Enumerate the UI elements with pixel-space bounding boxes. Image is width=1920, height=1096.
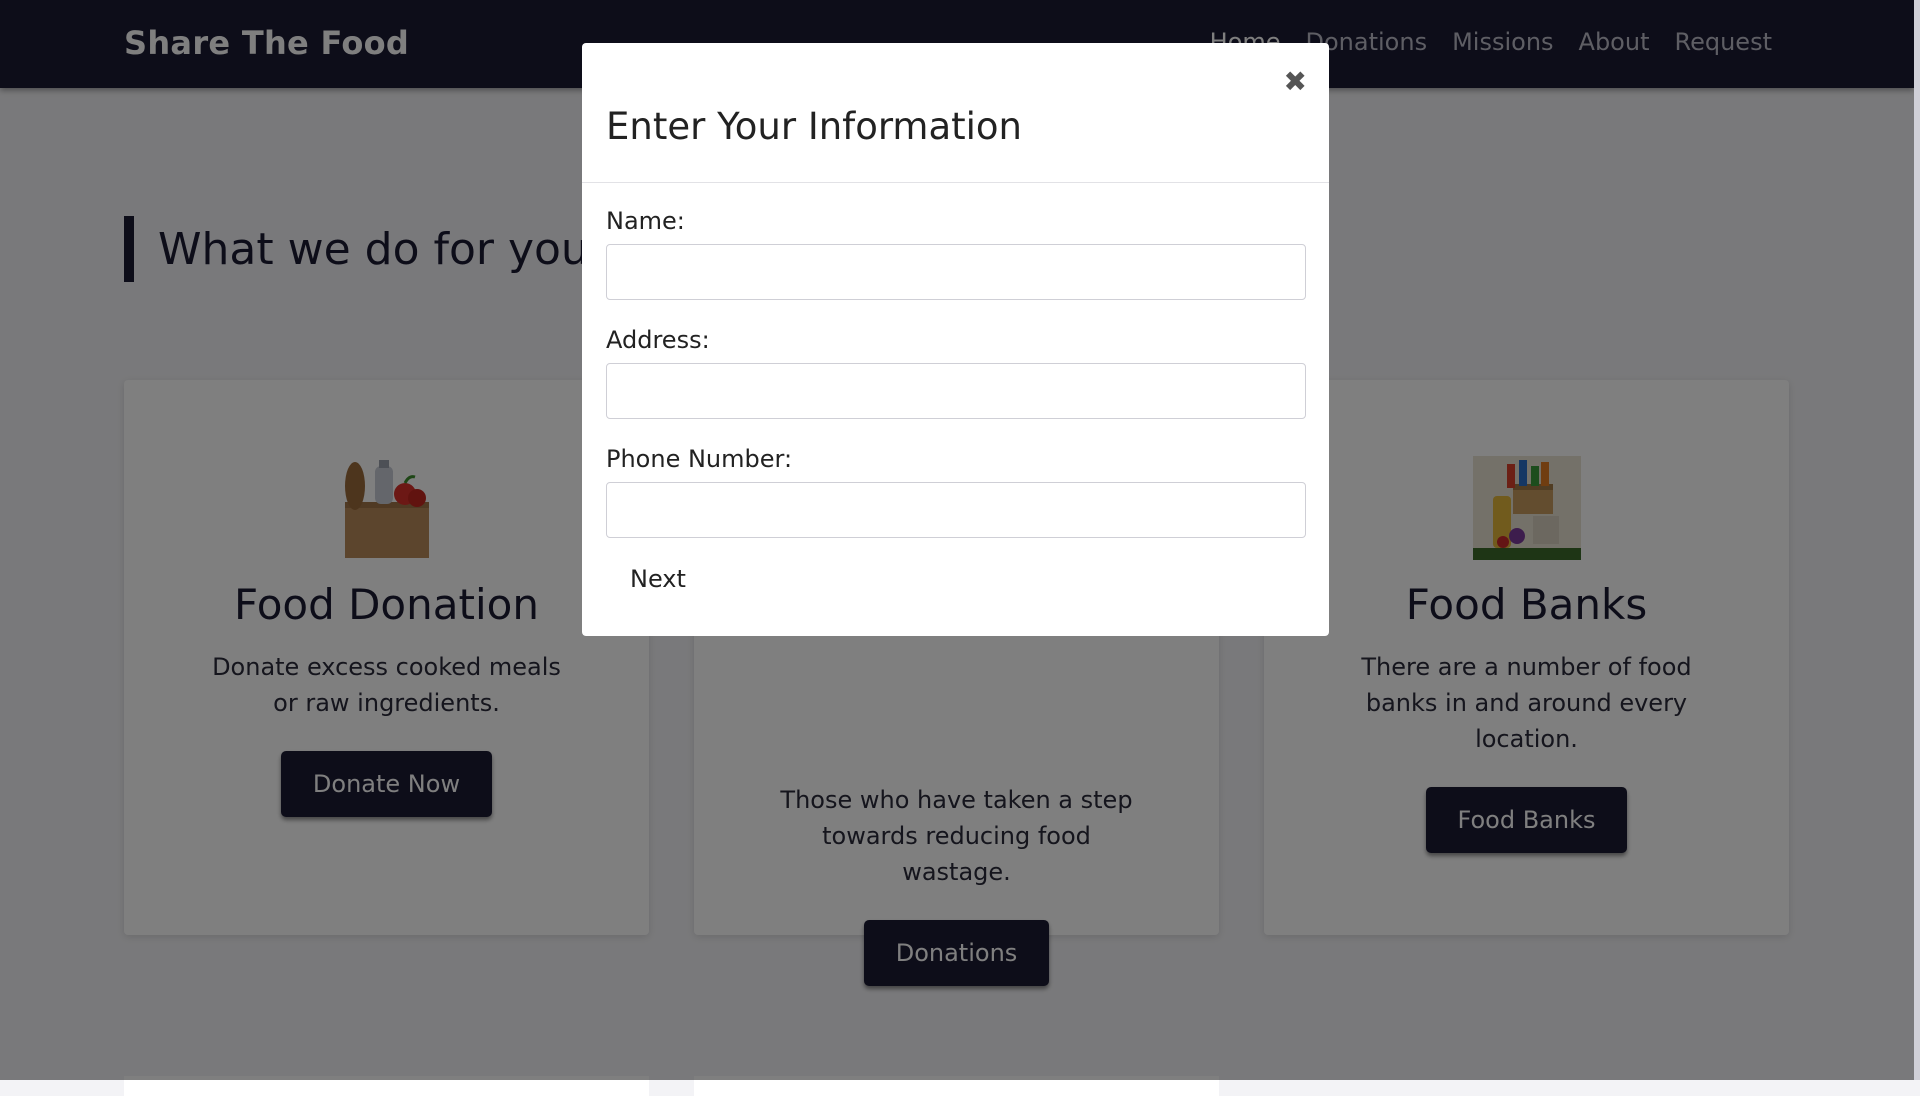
modal-title: Enter Your Information xyxy=(606,105,1022,148)
page-scrollbar[interactable] xyxy=(1914,0,1920,1080)
close-icon[interactable]: ✖ xyxy=(1284,65,1307,98)
phone-label: Phone Number: xyxy=(606,445,793,473)
name-input[interactable] xyxy=(606,244,1306,300)
modal-header: Enter Your Information ✖ xyxy=(582,43,1329,183)
next-button[interactable]: Next xyxy=(624,564,692,594)
address-input[interactable] xyxy=(606,363,1306,419)
modal-body: Name: Address: Phone Number: Next xyxy=(582,183,1329,594)
address-label: Address: xyxy=(606,326,710,354)
phone-input[interactable] xyxy=(606,482,1306,538)
name-label: Name: xyxy=(606,207,685,235)
info-modal: Enter Your Information ✖ Name: Address: … xyxy=(582,43,1329,636)
